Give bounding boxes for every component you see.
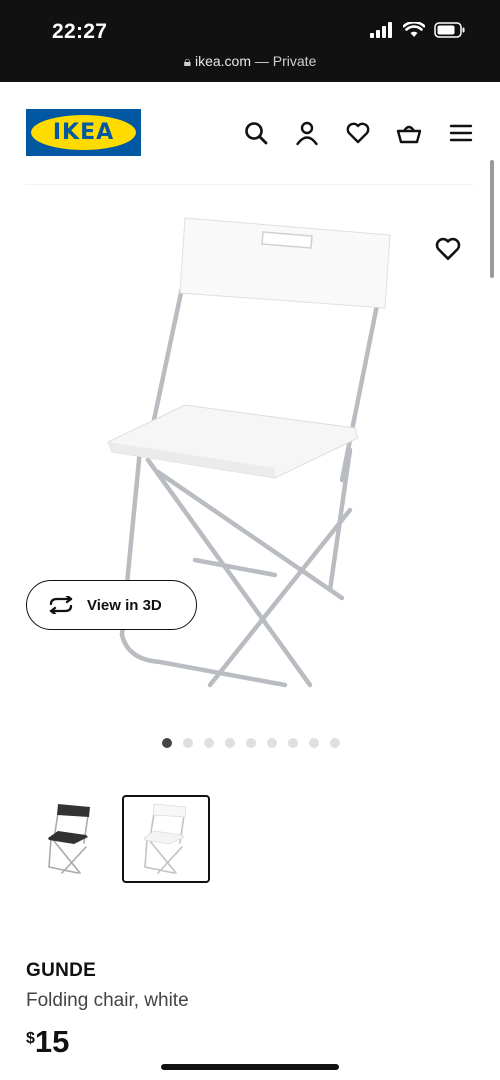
- price-currency: $: [26, 1030, 35, 1047]
- product-price: $ 15: [26, 1026, 69, 1057]
- url-domain: ikea.com: [194, 53, 251, 69]
- carousel-dot[interactable]: [162, 738, 172, 748]
- account-icon[interactable]: [294, 120, 320, 146]
- header-divider: [26, 184, 474, 185]
- product-description: Folding chair, white: [26, 990, 189, 1011]
- carousel-dots: [162, 738, 340, 748]
- ikea-logo[interactable]: IKEA: [26, 109, 141, 156]
- product-name: GUNDE: [26, 960, 97, 981]
- carousel-dot[interactable]: [183, 738, 193, 748]
- black-chair-thumbnail-image: [48, 804, 90, 874]
- search-icon[interactable]: [243, 120, 269, 146]
- logo-text: IKEA: [52, 120, 115, 145]
- carousel-dot[interactable]: [246, 738, 256, 748]
- wifi-icon: [403, 22, 425, 37]
- battery-icon: [434, 22, 465, 38]
- home-indicator[interactable]: [161, 1064, 339, 1070]
- page-scrollbar[interactable]: [490, 160, 494, 278]
- carousel-dot[interactable]: [330, 738, 340, 748]
- logo-oval: IKEA: [31, 115, 136, 150]
- view-in-3d-label: View in 3D: [87, 596, 162, 614]
- status-bar: 22:27 🔒︎ ikea.com — Private: [0, 0, 500, 82]
- lock-icon: 🔒︎: [183, 53, 195, 69]
- price-amount: 15: [34, 1024, 70, 1059]
- status-icons: [370, 22, 466, 38]
- heart-icon[interactable]: [345, 120, 371, 146]
- url-bar[interactable]: 🔒︎ ikea.com — Private: [0, 53, 500, 70]
- carousel-dot[interactable]: [204, 738, 214, 748]
- menu-icon[interactable]: [448, 120, 474, 146]
- carousel-dot[interactable]: [309, 738, 319, 748]
- variant-thumbnail-white[interactable]: [122, 795, 210, 883]
- variant-thumbnail-black[interactable]: [26, 795, 114, 883]
- carousel-dot[interactable]: [288, 738, 298, 748]
- status-time: 22:27: [52, 20, 108, 43]
- url-private-label: — Private: [251, 53, 317, 69]
- carousel-dot[interactable]: [225, 738, 235, 748]
- rotate-3d-icon: [49, 596, 73, 614]
- white-chair-thumbnail-image: [144, 803, 187, 874]
- site-header: IKEA: [0, 82, 500, 182]
- basket-icon[interactable]: [396, 120, 422, 146]
- carousel-dot[interactable]: [267, 738, 277, 748]
- wishlist-heart-icon[interactable]: [434, 235, 462, 263]
- view-in-3d-button[interactable]: View in 3D: [26, 580, 197, 630]
- signal-icon: [370, 22, 392, 38]
